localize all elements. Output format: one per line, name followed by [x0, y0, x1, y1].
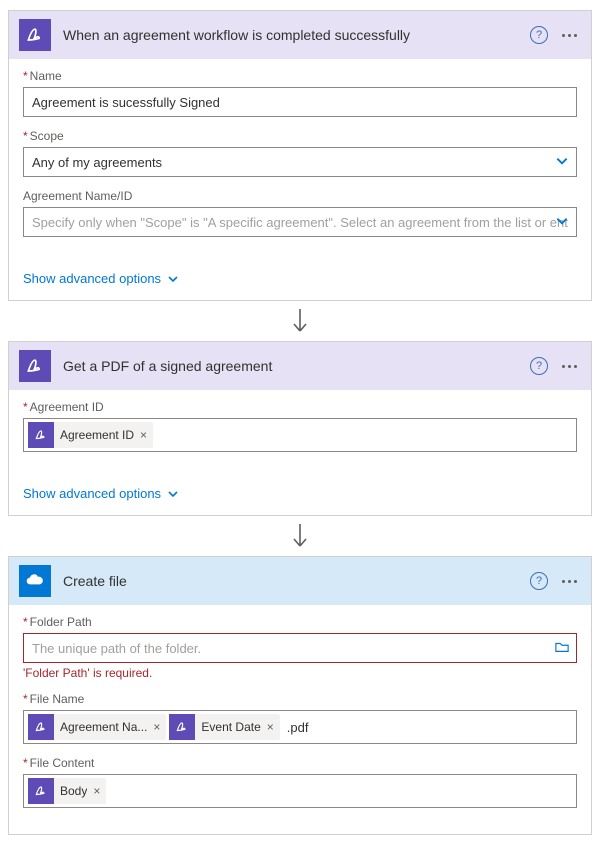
- token-agreement-name[interactable]: Agreement Na... ×: [28, 714, 166, 740]
- folder-path-error: 'Folder Path' is required.: [23, 666, 577, 680]
- card-title: When an agreement workflow is completed …: [63, 27, 530, 43]
- field-file-content: File Content Body ×: [23, 756, 577, 808]
- scope-label: Scope: [23, 129, 577, 143]
- token-agreement-id[interactable]: Agreement ID ×: [28, 422, 153, 448]
- token-label: Agreement ID: [60, 428, 134, 442]
- agreement-label: Agreement Name/ID: [23, 189, 577, 203]
- chevron-down-icon: [167, 488, 179, 500]
- agreement-id-label: Agreement ID: [23, 400, 577, 414]
- field-file-name: File Name Agreement Na... × Event Date ×…: [23, 692, 577, 744]
- token-remove[interactable]: ×: [153, 720, 160, 734]
- card-title: Create file: [63, 573, 530, 589]
- card-body: Agreement ID Agreement ID ×: [9, 390, 591, 478]
- token-label: Agreement Na...: [60, 720, 147, 734]
- connector-arrow: [8, 522, 592, 552]
- name-input[interactable]: [23, 87, 577, 117]
- file-content-input[interactable]: Body ×: [23, 774, 577, 808]
- step-get-pdf: Get a PDF of a signed agreement ? Agreem…: [8, 341, 592, 516]
- file-name-label: File Name: [23, 692, 577, 706]
- chevron-down-icon: [167, 273, 179, 285]
- help-icon[interactable]: ?: [530, 357, 548, 375]
- more-menu[interactable]: [558, 576, 581, 587]
- adobe-sign-icon: [169, 714, 195, 740]
- token-body[interactable]: Body ×: [28, 778, 106, 804]
- field-agreement-id: Agreement ID Agreement ID ×: [23, 400, 577, 452]
- adobe-sign-icon: [19, 19, 51, 51]
- card-title: Get a PDF of a signed agreement: [63, 358, 530, 374]
- adobe-sign-icon: [19, 350, 51, 382]
- token-label: Event Date: [201, 720, 260, 734]
- folder-path-input[interactable]: [23, 633, 577, 663]
- advanced-label: Show advanced options: [23, 271, 161, 286]
- adobe-sign-icon: [28, 714, 54, 740]
- file-content-label: File Content: [23, 756, 577, 770]
- field-folder-path: Folder Path 'Folder Path' is required.: [23, 615, 577, 680]
- agreement-input[interactable]: [23, 207, 577, 237]
- advanced-label: Show advanced options: [23, 486, 161, 501]
- step-create-file: Create file ? Folder Path 'Folder Path' …: [8, 556, 592, 835]
- token-label: Body: [60, 784, 87, 798]
- help-icon[interactable]: ?: [530, 572, 548, 590]
- card-body: Name Scope Agreement Name/ID: [9, 59, 591, 263]
- scope-select[interactable]: [23, 147, 577, 177]
- field-scope: Scope: [23, 129, 577, 177]
- more-menu[interactable]: [558, 361, 581, 372]
- file-name-input[interactable]: Agreement Na... × Event Date × .pdf: [23, 710, 577, 744]
- step-agreement-completed: When an agreement workflow is completed …: [8, 10, 592, 301]
- folder-path-label: Folder Path: [23, 615, 577, 629]
- help-icon[interactable]: ?: [530, 26, 548, 44]
- agreement-id-input[interactable]: Agreement ID ×: [23, 418, 577, 452]
- card-header[interactable]: When an agreement workflow is completed …: [9, 11, 591, 59]
- token-remove[interactable]: ×: [93, 784, 100, 798]
- adobe-sign-icon: [28, 778, 54, 804]
- show-advanced-link[interactable]: Show advanced options: [9, 478, 591, 515]
- card-header[interactable]: Create file ?: [9, 557, 591, 605]
- file-suffix: .pdf: [283, 720, 313, 735]
- field-name: Name: [23, 69, 577, 117]
- token-remove[interactable]: ×: [267, 720, 274, 734]
- card-body: Folder Path 'Folder Path' is required. F…: [9, 605, 591, 834]
- adobe-sign-icon: [28, 422, 54, 448]
- more-menu[interactable]: [558, 30, 581, 41]
- token-event-date[interactable]: Event Date ×: [169, 714, 279, 740]
- field-agreement-id: Agreement Name/ID: [23, 189, 577, 237]
- show-advanced-link[interactable]: Show advanced options: [9, 263, 591, 300]
- name-label: Name: [23, 69, 577, 83]
- onedrive-icon: [19, 565, 51, 597]
- card-header[interactable]: Get a PDF of a signed agreement ?: [9, 342, 591, 390]
- token-remove[interactable]: ×: [140, 428, 147, 442]
- connector-arrow: [8, 307, 592, 337]
